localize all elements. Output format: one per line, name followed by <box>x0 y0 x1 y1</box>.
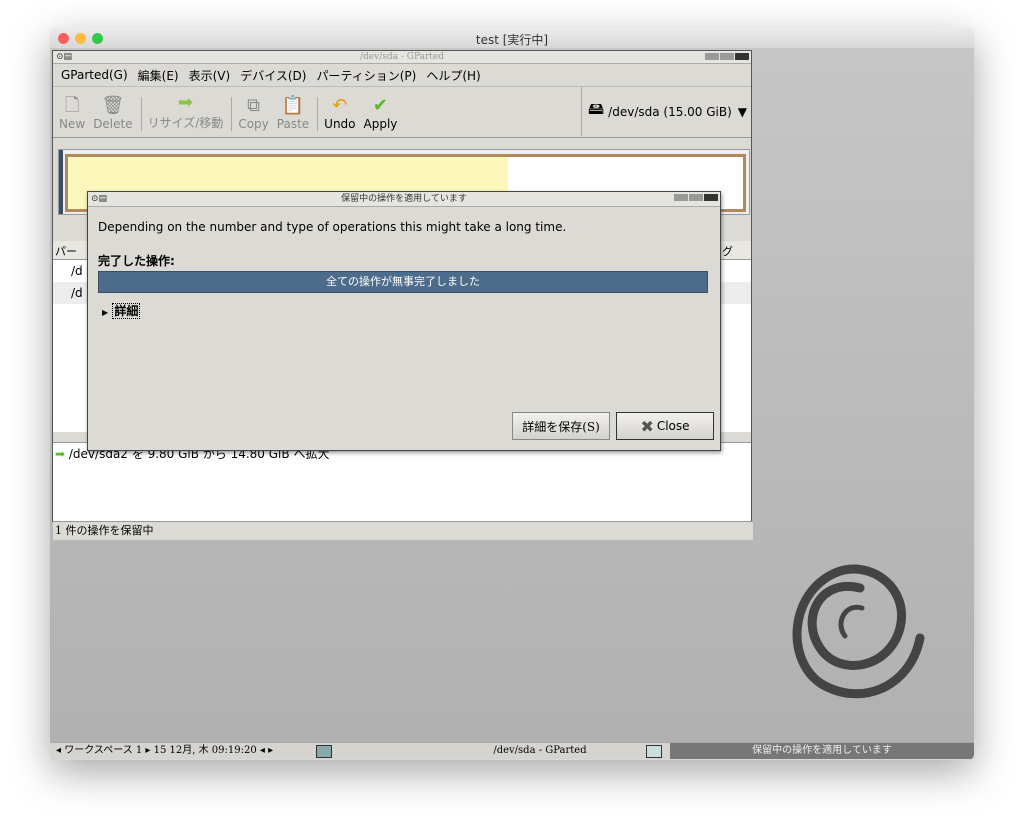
header-partition[interactable]: パー <box>55 243 77 259</box>
new-icon: 🗋 <box>64 95 80 116</box>
host-window: test [実行中] ⊙▤ /dev/sda - GParted GParted… <box>50 28 974 760</box>
undo-button[interactable]: ↶ Undo <box>324 95 355 137</box>
close-button[interactable]: ✖ Close <box>616 412 714 440</box>
dialog-title: 保留中の操作を適用しています <box>341 194 467 204</box>
apply-button[interactable]: ✔ Apply <box>364 95 398 137</box>
taskbar: ◂ ワークスペース 1 ▸ 15 12月, 木 09:19:20 ◂ ▸ /de… <box>50 742 974 759</box>
vbox-status-bar: 左 ⌘ ◉◎▣◈▭▬▦▤◌▾ <box>50 759 974 760</box>
menu-gparted[interactable]: GParted(G) <box>61 68 128 82</box>
header-flags[interactable]: グ <box>722 243 733 259</box>
gparted-titlebar: ⊙▤ /dev/sda - GParted <box>53 51 751 64</box>
dialog-description: Depending on the number and type of oper… <box>98 220 567 234</box>
status-bar: 1 件の操作を保留中 <box>53 521 753 540</box>
dialog-window-buttons[interactable] <box>674 194 718 201</box>
debian-logo <box>792 564 925 699</box>
paste-icon: 📋 <box>281 95 305 116</box>
delete-button[interactable]: 🗑 Delete <box>93 95 132 137</box>
desktop: ⊙▤ /dev/sda - GParted GParted(G) 編集(E) 表… <box>50 48 974 760</box>
undo-icon: ↶ <box>332 95 348 116</box>
toolbar: 🗋 New 🗑 Delete ➡ リサイズ/移動 ⧉ Copy 📋 Paste ↶ Undo… <box>53 87 751 138</box>
disk-icon: 🖴 <box>588 99 605 118</box>
save-details-button[interactable]: 詳細を保存(S) <box>512 412 610 440</box>
window-buttons[interactable] <box>705 53 749 60</box>
delete-icon: 🗑 <box>101 95 125 116</box>
menubar: GParted(G) 編集(E) 表示(V) デバイス(D) パーティション(P… <box>53 64 751 87</box>
progress-bar: 全ての操作が無事完了しました <box>98 271 708 293</box>
apply-icon: ✔ <box>372 95 388 116</box>
resize-icon: ➡ <box>177 92 194 113</box>
copy-button[interactable]: ⧉ Copy <box>238 95 268 137</box>
completed-label: 完了した操作: <box>98 254 175 268</box>
host-titlebar: test [実行中] <box>50 28 974 49</box>
workspace-switcher[interactable]: ◂ ワークスペース 1 ▸ 15 12月, 木 09:19:20 ◂ ▸ <box>56 743 273 759</box>
progress-text: 全ての操作が無事完了しました <box>326 275 480 288</box>
menu-edit[interactable]: 編集(E) <box>138 67 179 84</box>
menu-partition[interactable]: パーティション(P) <box>316 67 416 84</box>
dropdown-arrow-icon: ▼ <box>737 104 748 119</box>
apply-dialog: ⊙▤ 保留中の操作を適用しています Depending on the numbe… <box>87 191 721 451</box>
device-label: /dev/sda (15.00 GiB) <box>608 104 732 119</box>
copy-icon: ⧉ <box>247 95 260 116</box>
host-title: test [実行中] <box>475 33 549 47</box>
gparted-window: ⊙▤ /dev/sda - GParted GParted(G) 編集(E) 表… <box>52 50 753 540</box>
task-icon[interactable] <box>646 745 662 758</box>
dialog-menu-icon[interactable]: ⊙▤ <box>91 192 107 206</box>
resize-button[interactable]: ➡ リサイズ/移動 <box>148 92 224 137</box>
resize-op-icon: ➡ <box>55 447 66 461</box>
new-button[interactable]: 🗋 New <box>59 95 85 137</box>
menu-view[interactable]: 表示(V) <box>189 67 231 84</box>
details-expander[interactable]: ▶ 詳細 <box>102 302 141 319</box>
dialog-titlebar: ⊙▤ 保留中の操作を適用しています <box>88 192 720 207</box>
gparted-title: /dev/sda - GParted <box>360 52 444 62</box>
menu-help[interactable]: ヘルプ(H) <box>426 67 480 84</box>
expander-arrow-icon: ▶ <box>102 308 109 317</box>
app-icon[interactable] <box>316 745 332 758</box>
paste-button[interactable]: 📋 Paste <box>277 95 309 137</box>
menu-device[interactable]: デバイス(D) <box>240 67 306 84</box>
close-x-icon: ✖ <box>640 416 654 436</box>
device-selector[interactable]: 🖴 /dev/sda (15.00 GiB) ▼ <box>581 87 751 136</box>
window-menu-icon[interactable]: ⊙▤ <box>56 51 72 63</box>
pending-operations: ➡ /dev/sda2 を 9.80 GiB から 14.80 GiB へ拡大 <box>53 442 751 521</box>
task-gparted[interactable]: /dev/sda - GParted <box>440 743 640 759</box>
task-apply-dialog[interactable]: 保留中の操作を適用しています <box>670 743 974 759</box>
